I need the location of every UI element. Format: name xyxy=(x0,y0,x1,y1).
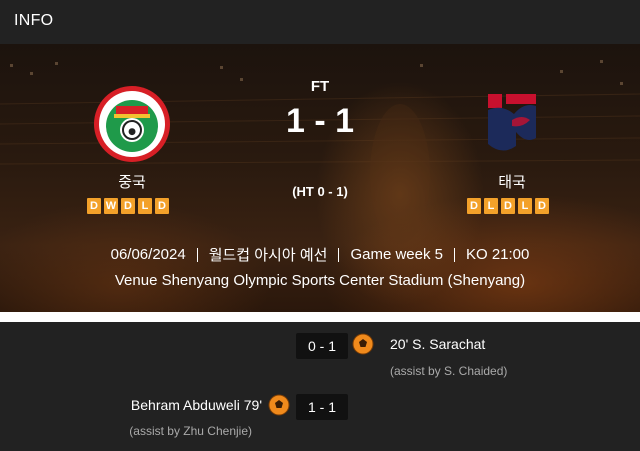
match-score: 1 - 1 xyxy=(285,102,355,140)
info-title: INFO xyxy=(14,12,54,29)
form-badge: L xyxy=(484,198,498,214)
home-team-name[interactable]: 중국 xyxy=(72,171,192,192)
divider xyxy=(196,247,198,262)
form-badge: D xyxy=(501,198,515,214)
form-badge: D xyxy=(87,198,101,214)
thailand-crest-icon xyxy=(488,94,536,151)
competition-name[interactable]: 월드컵 아시아 예선 xyxy=(209,244,328,265)
form-badge: D xyxy=(155,198,169,214)
event-score: 1 - 1 xyxy=(296,394,348,420)
halftime-score: (HT 0 - 1) xyxy=(292,184,348,199)
form-badge: L xyxy=(518,198,532,214)
away-team-name[interactable]: 태국 xyxy=(452,171,572,192)
soccer-ball-icon xyxy=(268,394,290,416)
soccer-ball-icon xyxy=(352,333,374,355)
divider xyxy=(338,247,340,262)
match-hero: ● 중국 태국 D W D L D D L D L D FT 1 - 1 (HT… xyxy=(0,44,640,312)
match-meta: 06/06/2024 월드컵 아시아 예선 Game week 5 KO 21:… xyxy=(0,244,640,265)
form-badge: D xyxy=(121,198,135,214)
match-status: FT xyxy=(310,78,330,95)
info-header: INFO xyxy=(0,0,640,44)
game-week: Game week 5 xyxy=(350,246,443,263)
china-crest-icon: ● xyxy=(94,86,170,162)
divider xyxy=(453,247,455,262)
home-scorer[interactable]: Behram Abduweli 79' xyxy=(131,397,262,413)
match-date: 06/06/2024 xyxy=(110,246,186,263)
svg-text:●: ● xyxy=(128,127,136,137)
home-assist: (assist by Zhu Chenjie) xyxy=(129,424,252,438)
kickoff-time: KO 21:00 xyxy=(465,246,530,263)
away-scorer[interactable]: 20' S. Sarachat xyxy=(390,336,485,352)
form-badge: W xyxy=(104,198,118,214)
away-assist: (assist by S. Chaided) xyxy=(390,364,508,378)
goal-events: 0 - 1 20' S. Sarachat (assist by S. Chai… xyxy=(0,322,640,451)
event-score: 0 - 1 xyxy=(296,333,348,359)
form-badge: L xyxy=(138,198,152,214)
home-form-badges: D W D L D xyxy=(87,198,169,214)
form-badge: D xyxy=(535,198,549,214)
form-badge: D xyxy=(467,198,481,214)
match-venue: Venue Shenyang Olympic Sports Center Sta… xyxy=(114,272,526,289)
away-form-badges: D L D L D xyxy=(467,198,549,214)
